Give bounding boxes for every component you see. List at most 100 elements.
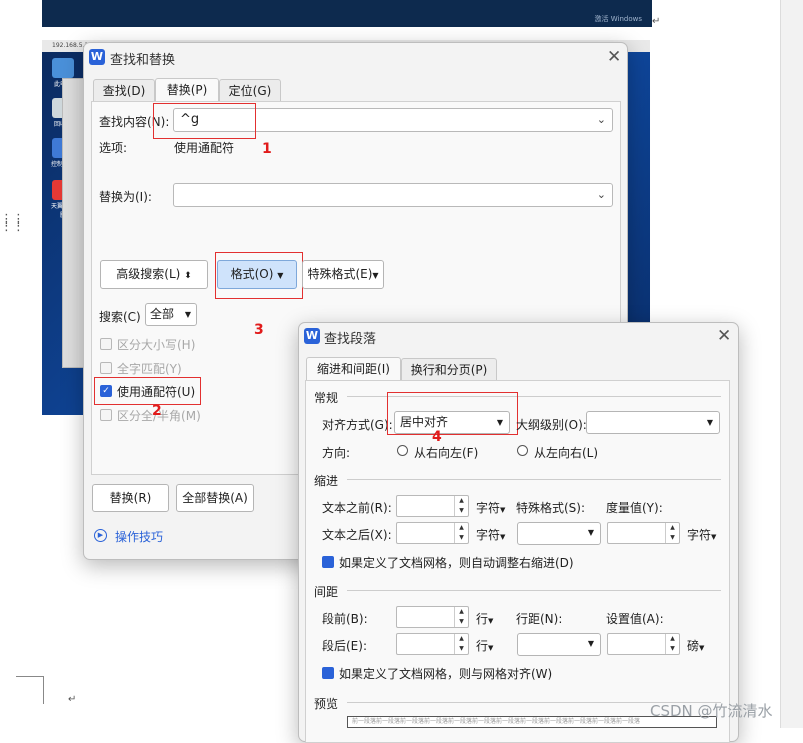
before-text-unit[interactable]: 字符▼	[476, 499, 505, 516]
highlight-box-3	[215, 252, 303, 299]
watermark: CSDN @竹流清水	[650, 702, 773, 720]
whole-word-label: 全字匹配(Y)	[117, 362, 182, 376]
after-para-unit[interactable]: 行▼	[476, 637, 493, 654]
replace-input[interactable]: ⌄	[173, 183, 613, 207]
wps-logo-icon: W	[304, 328, 320, 344]
section-general: 常规	[314, 391, 339, 405]
search-scope-value: 全部	[150, 307, 175, 321]
width-checkbox[interactable]	[100, 409, 112, 421]
scroll-gutter[interactable]	[780, 0, 803, 728]
caret-down-icon: ▼	[500, 506, 506, 514]
divider	[347, 479, 721, 480]
dialog-title: 查找段落	[324, 332, 377, 347]
outline-select[interactable]: ▼	[586, 411, 720, 434]
unit-label: 磅	[687, 639, 700, 653]
divider	[347, 590, 721, 591]
match-case-checkbox[interactable]	[100, 338, 112, 350]
direction-label: 方向:	[322, 446, 351, 460]
chevron-down-icon[interactable]: ⌄	[597, 188, 606, 201]
caret-down-icon: ▼	[706, 418, 713, 427]
tab-line-page-breaks[interactable]: 换行和分页(P)	[401, 358, 497, 381]
drag-handle-icon[interactable]: ⋮⋮ ⋮⋮	[0, 213, 25, 233]
find-paragraph-dialog: W 查找段落 ✕ 缩进和间距(I) 换行和分页(P) 常规 对齐方式(G): 居…	[298, 322, 739, 743]
annotation-4: 4	[432, 429, 442, 445]
match-case-label: 区分大小写(H)	[117, 338, 196, 352]
advanced-search-button[interactable]: 高级搜索(L) ⬍	[100, 260, 208, 289]
spin-arrows-icon[interactable]: ▲ ▼	[454, 523, 468, 543]
before-para-unit[interactable]: 行▼	[476, 610, 493, 627]
caret-down-icon: ▼	[500, 533, 506, 541]
caret-down-icon: ▼	[488, 644, 494, 652]
grid-align-label: 如果定义了文档网格，则与网格对齐(W)	[339, 667, 553, 681]
annotation-2: 2	[152, 403, 162, 419]
tab-goto[interactable]: 定位(G)	[219, 79, 281, 102]
spin-arrows-icon[interactable]: ▲ ▼	[454, 607, 468, 627]
advanced-search-label: 高级搜索(L)	[116, 267, 181, 281]
paragraph-mark: ↵	[68, 694, 77, 705]
tips-link[interactable]: 操作技巧	[115, 528, 163, 545]
before-text-label: 文本之前(R):	[322, 501, 392, 515]
set-value-label: 设置值(A):	[606, 612, 664, 626]
caret-down-icon: ▼	[587, 528, 594, 537]
after-para-spinner[interactable]: ▲ ▼	[396, 633, 469, 655]
tab-replace[interactable]: 替换(P)	[155, 78, 219, 102]
dialog-title: 查找和替换	[110, 53, 176, 68]
special-format-label: 特殊格式(E)	[307, 267, 373, 281]
unit-label: 字符	[476, 501, 501, 515]
line-spacing-select[interactable]: ▼	[517, 633, 601, 656]
special-format-button[interactable]: 特殊格式(E)▼	[302, 260, 384, 289]
set-value-spinner[interactable]: ▲ ▼	[607, 633, 680, 655]
spin-arrows-icon[interactable]: ▲ ▼	[665, 523, 679, 543]
caret-down-icon: ▼	[711, 533, 717, 541]
tab-find[interactable]: 查找(D)	[93, 79, 155, 102]
play-circle-icon[interactable]: ▶	[94, 529, 107, 542]
grid-align-checkbox[interactable]	[322, 667, 334, 679]
section-preview: 预览	[314, 697, 339, 711]
ltr-radio[interactable]	[517, 445, 528, 456]
spin-arrows-icon[interactable]: ▲ ▼	[454, 496, 468, 516]
highlight-box-1	[153, 103, 256, 139]
close-icon[interactable]: ✕	[607, 49, 621, 66]
search-scope-select[interactable]: 全部 ▼	[145, 303, 197, 326]
section-indent: 缩进	[314, 474, 339, 488]
spin-arrows-icon[interactable]: ▲ ▼	[665, 634, 679, 654]
caret-down-icon: ▼	[184, 310, 191, 319]
measure-spinner[interactable]: ▲ ▼	[607, 522, 680, 544]
before-para-spinner[interactable]: ▲ ▼	[396, 606, 469, 628]
auto-indent-checkbox[interactable]	[322, 556, 334, 568]
after-text-spinner[interactable]: ▲ ▼	[396, 522, 469, 544]
replace-all-button[interactable]: 全部替换(A)	[176, 484, 254, 512]
measure-label: 度量值(Y):	[606, 501, 663, 515]
replace-button[interactable]: 替换(R)	[92, 484, 169, 512]
embedded-screenshot-top: 激活 Windows	[42, 0, 652, 27]
rtl-label: 从右向左(F)	[414, 446, 479, 460]
after-text-unit[interactable]: 字符▼	[476, 526, 505, 543]
before-text-spinner[interactable]: ▲ ▼	[396, 495, 469, 517]
activate-windows-text: 激活 Windows	[594, 15, 642, 23]
rtl-radio[interactable]	[397, 445, 408, 456]
page-corner-mark	[16, 676, 44, 704]
ltr-label: 从左向右(L)	[534, 446, 599, 460]
annotation-3: 3	[254, 322, 264, 338]
measure-unit[interactable]: 字符▼	[687, 526, 716, 543]
whole-word-checkbox[interactable]	[100, 362, 112, 374]
caret-down-icon: ▼	[699, 644, 705, 652]
replace-label: 替换为(I):	[99, 190, 152, 204]
special-format-select[interactable]: ▼	[517, 522, 601, 545]
caret-down-icon: ▼	[587, 639, 594, 648]
annotation-1: 1	[262, 141, 272, 157]
caret-down-icon: ▼	[372, 271, 379, 280]
paragraph-mark: ↵	[652, 16, 661, 27]
spin-arrows-icon[interactable]: ▲ ▼	[454, 634, 468, 654]
caret-down-icon: ▼	[488, 617, 494, 625]
set-value-unit[interactable]: 磅▼	[687, 637, 704, 654]
chevron-down-icon[interactable]: ⌄	[597, 113, 606, 126]
options-value: 使用通配符	[174, 141, 235, 155]
line-spacing-label: 行距(N):	[516, 612, 563, 626]
close-icon[interactable]: ✕	[717, 328, 731, 345]
after-para-label: 段后(E):	[322, 639, 367, 653]
tab-indent-spacing[interactable]: 缩进和间距(I)	[306, 357, 401, 381]
before-para-label: 段前(B):	[322, 612, 368, 626]
unit-label: 字符	[687, 528, 712, 542]
updown-icon: ⬍	[184, 271, 192, 281]
